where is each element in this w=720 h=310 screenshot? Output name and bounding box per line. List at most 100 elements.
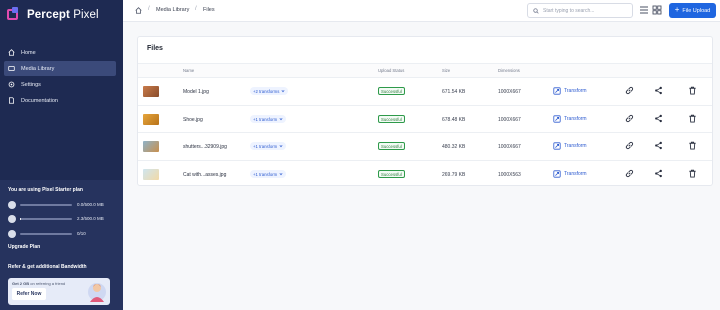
- delete-icon[interactable]: [688, 169, 697, 178]
- file-thumbnail[interactable]: [143, 169, 159, 180]
- sidebar-item-home[interactable]: Home: [4, 45, 116, 60]
- transform-button[interactable]: Transform: [553, 170, 587, 178]
- transform-button[interactable]: Transform: [553, 87, 587, 95]
- file-dimensions: 1000X563: [498, 172, 521, 178]
- table-row[interactable]: Shoe.jpg +1 transform Successful 678.48 …: [138, 105, 712, 133]
- search-box: [527, 3, 633, 18]
- transform-icon: [553, 142, 561, 150]
- usage-bar: [20, 203, 72, 206]
- refer-card: Get 2 GB on referring a friend Refer Now: [8, 278, 110, 305]
- brand-name: Percept Pixel: [27, 8, 99, 21]
- sidebar-item-label: Media Library: [21, 65, 55, 72]
- topbar: / Media Library / Files + File Upload: [123, 0, 720, 22]
- chevron-down-icon: [279, 173, 283, 176]
- transforms-dropdown[interactable]: +1 transform: [250, 170, 287, 178]
- file-thumbnail[interactable]: [143, 114, 159, 125]
- transform-label: Transform: [564, 171, 587, 177]
- column-header-name: Name: [183, 68, 195, 73]
- gauge-icon: [8, 214, 16, 223]
- folder-icon: [8, 66, 15, 71]
- chevron-down-icon: [281, 90, 285, 93]
- transform-label: Transform: [564, 116, 587, 122]
- file-name[interactable]: Shoe.jpg: [183, 117, 203, 123]
- usage-bar: [20, 232, 72, 235]
- person-illustration-icon: [88, 283, 106, 302]
- percept-logo-icon: [7, 7, 22, 22]
- sidebar-item-media-library[interactable]: Media Library: [4, 61, 116, 76]
- sidebar-item-settings[interactable]: Settings: [4, 77, 116, 92]
- file-dimensions: 1000X667: [498, 117, 521, 123]
- gear-icon: [8, 81, 15, 88]
- copy-link-icon[interactable]: [625, 114, 634, 123]
- breadcrumb-separator: /: [148, 6, 150, 12]
- table-row[interactable]: Cat with...asses.jpg +1 transform Succes…: [138, 160, 712, 188]
- home-icon[interactable]: [135, 7, 142, 14]
- sidebar: Percept Pixel Home Media Library Setting…: [0, 0, 123, 310]
- usage-value: 0/10: [77, 231, 86, 236]
- search-input[interactable]: [543, 7, 628, 14]
- transforms-dropdown[interactable]: +1 transform: [250, 142, 287, 150]
- transform-icon: [553, 87, 561, 95]
- sidebar-item-documentation[interactable]: Documentation: [4, 93, 116, 108]
- refer-title: Refer & get additional Bandwidth: [8, 264, 87, 270]
- transform-icon: [553, 170, 561, 178]
- table-row[interactable]: Model 1.jpg +2 transforms Successful 671…: [138, 77, 712, 105]
- grid-view-icon[interactable]: [652, 5, 662, 15]
- breadcrumb-media-library[interactable]: Media Library: [156, 7, 189, 13]
- usage-bar: [20, 217, 72, 220]
- delete-icon[interactable]: [688, 114, 697, 123]
- share-icon[interactable]: [654, 141, 663, 150]
- brand[interactable]: Percept Pixel: [7, 7, 99, 22]
- transforms-count: +1 transform: [253, 171, 278, 177]
- status-badge: Successful: [378, 170, 405, 178]
- refer-now-button[interactable]: Refer Now: [12, 288, 46, 300]
- transforms-dropdown[interactable]: +1 transform: [250, 115, 287, 123]
- transforms-count: +2 transforms: [253, 88, 280, 94]
- file-dimensions: 1000X667: [498, 144, 521, 150]
- chevron-down-icon: [279, 118, 283, 121]
- breadcrumb-separator: /: [195, 6, 197, 12]
- refer-text: Get 2 GB on referring a friend: [12, 281, 66, 286]
- plan-title: You are using Pixel Starter plan: [8, 187, 83, 193]
- file-name[interactable]: Model 1.jpg: [183, 89, 209, 95]
- copy-link-icon[interactable]: [625, 86, 634, 95]
- delete-icon[interactable]: [688, 141, 697, 150]
- transform-button[interactable]: Transform: [553, 142, 587, 150]
- table-row[interactable]: shutters...32909.jpg +1 transform Succes…: [138, 132, 712, 160]
- document-icon: [9, 97, 14, 104]
- cloud-icon: [8, 200, 16, 209]
- share-icon[interactable]: [654, 114, 663, 123]
- file-thumbnail[interactable]: [143, 86, 159, 97]
- image-usage: 0/10: [8, 229, 116, 238]
- share-icon[interactable]: [654, 86, 663, 95]
- transforms-count: +1 transform: [253, 116, 278, 122]
- image-icon: [8, 229, 16, 238]
- sidebar-item-label: Settings: [21, 81, 41, 88]
- list-view-icon[interactable]: [639, 5, 649, 15]
- transform-label: Transform: [564, 88, 587, 94]
- upgrade-plan-link[interactable]: Upgrade Plan: [8, 244, 40, 250]
- page-title: Files: [147, 45, 163, 52]
- status-badge: Successful: [378, 142, 405, 150]
- file-name[interactable]: shutters...32909.jpg: [183, 144, 227, 150]
- table-header: Name Upload Status Size Dimensions: [138, 63, 712, 77]
- share-icon[interactable]: [654, 169, 663, 178]
- home-icon: [8, 49, 15, 56]
- copy-link-icon[interactable]: [625, 141, 634, 150]
- transform-label: Transform: [564, 143, 587, 149]
- file-thumbnail[interactable]: [143, 141, 159, 152]
- plus-icon: +: [674, 5, 680, 14]
- file-size: 671.54 KB: [442, 89, 466, 95]
- file-name[interactable]: Cat with...asses.jpg: [183, 172, 226, 178]
- delete-icon[interactable]: [688, 86, 697, 95]
- transform-button[interactable]: Transform: [553, 115, 587, 123]
- sidebar-item-label: Home: [21, 49, 36, 56]
- sidebar-item-label: Documentation: [21, 97, 58, 104]
- file-upload-button[interactable]: + File Upload: [669, 3, 716, 18]
- search-icon: [533, 7, 539, 14]
- files-card: Files Name Upload Status Size Dimensions…: [137, 36, 713, 186]
- breadcrumb-files: Files: [203, 7, 215, 13]
- transforms-dropdown[interactable]: +2 transforms: [250, 87, 289, 95]
- copy-link-icon[interactable]: [625, 169, 634, 178]
- status-badge: Successful: [378, 115, 405, 123]
